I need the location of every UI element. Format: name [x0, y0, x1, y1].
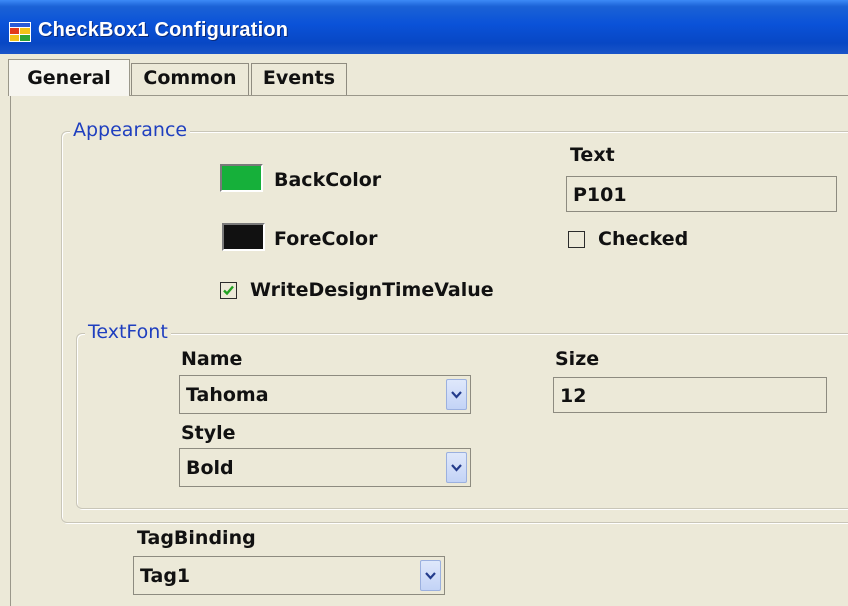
font-style-dropdown-button[interactable]: [446, 452, 467, 483]
checked-label: Checked: [598, 228, 689, 250]
tab-common-label: Common: [143, 67, 237, 89]
font-name-value: Tahoma: [186, 384, 269, 406]
font-style-label: Style: [181, 422, 236, 444]
backcolor-swatch[interactable]: [220, 164, 263, 192]
configuration-dialog: CheckBox1 Configuration General Common E…: [0, 0, 848, 606]
tab-common[interactable]: Common: [131, 63, 249, 95]
appearance-group: Appearance BackColor ForeColor Text P101…: [61, 119, 848, 523]
title-bar[interactable]: CheckBox1 Configuration: [0, 0, 848, 54]
font-size-label: Size: [555, 348, 600, 370]
write-design-time-value-label: WriteDesignTimeValue: [250, 279, 494, 301]
general-tab-panel: Appearance BackColor ForeColor Text P101…: [10, 95, 848, 606]
tagbinding-label: TagBinding: [137, 527, 256, 549]
chevron-down-icon: [451, 464, 462, 472]
checkmark-icon: [223, 285, 234, 296]
text-label: Text: [570, 144, 615, 166]
appearance-group-legend: Appearance: [70, 119, 191, 141]
write-design-time-value-checkbox[interactable]: [220, 282, 237, 299]
font-size-input[interactable]: 12: [553, 377, 827, 413]
tagbinding-select[interactable]: Tag1: [133, 556, 445, 595]
font-name-select[interactable]: Tahoma: [179, 375, 471, 414]
textfont-group: TextFont Name Tahoma Size 12 Style Bold: [76, 321, 848, 509]
chevron-down-icon: [451, 391, 462, 399]
tab-general-label: General: [27, 67, 111, 89]
font-style-select[interactable]: Bold: [179, 448, 471, 487]
font-style-value: Bold: [186, 457, 234, 479]
tagbinding-value: Tag1: [140, 565, 191, 587]
backcolor-label: BackColor: [274, 169, 382, 191]
tab-general[interactable]: General: [8, 59, 130, 96]
textfont-group-legend: TextFont: [85, 321, 171, 343]
tab-events[interactable]: Events: [251, 63, 347, 95]
checked-checkbox[interactable]: [568, 231, 585, 248]
tab-events-label: Events: [262, 67, 336, 89]
forecolor-label: ForeColor: [274, 228, 378, 250]
tagbinding-dropdown-button[interactable]: [420, 560, 441, 591]
chevron-down-icon: [425, 572, 436, 580]
window-title: CheckBox1 Configuration: [38, 19, 289, 41]
text-input[interactable]: P101: [566, 176, 837, 212]
app-window-icon: [9, 22, 31, 42]
font-name-label: Name: [181, 348, 243, 370]
font-name-dropdown-button[interactable]: [446, 379, 467, 410]
forecolor-swatch[interactable]: [222, 223, 265, 251]
